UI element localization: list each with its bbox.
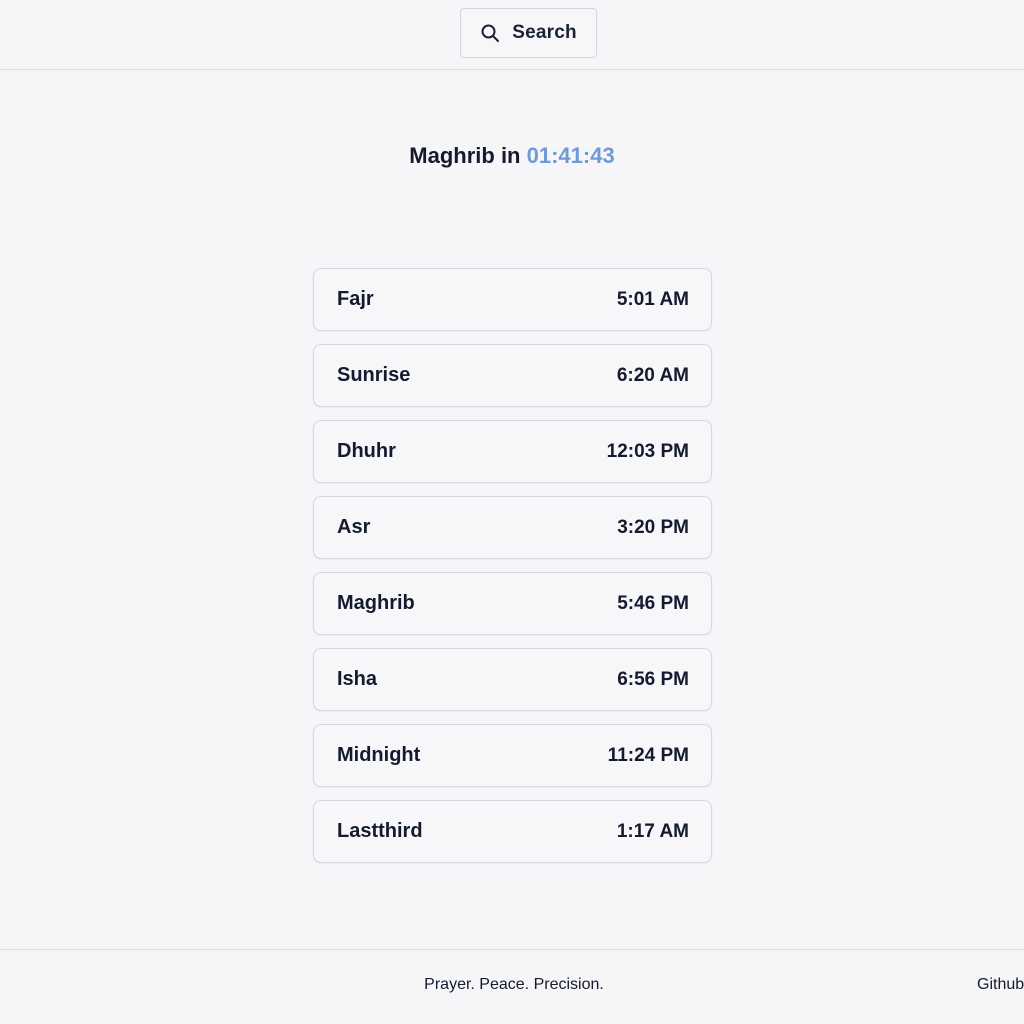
prayer-name: Maghrib (337, 592, 415, 614)
search-button-label: Search (512, 22, 577, 43)
footer: Prayer. Peace. Precision. Github (0, 949, 1024, 1024)
prayer-time: 1:17 AM (616, 820, 689, 842)
prayer-time: 5:01 AM (616, 288, 689, 310)
prayer-name: Fajr (337, 288, 374, 310)
prayer-time: 3:20 PM (617, 516, 689, 538)
prayer-row-dhuhr: Dhuhr 12:03 PM (313, 420, 712, 483)
countdown-time: 01:41:43 (526, 143, 615, 168)
next-prayer-countdown: Maghrib in 01:41:43 (0, 143, 1024, 169)
prayer-row-asr: Asr 3:20 PM (313, 496, 712, 559)
countdown-prefix: Maghrib in (409, 143, 521, 168)
prayer-row-maghrib: Maghrib 5:46 PM (313, 572, 712, 635)
prayer-name: Asr (337, 516, 371, 538)
prayer-name: Lastthird (337, 820, 423, 842)
prayer-name: Midnight (337, 744, 421, 766)
prayer-time: 12:03 PM (606, 440, 689, 462)
prayer-row-fajr: Fajr 5:01 AM (313, 268, 712, 331)
prayer-name: Sunrise (337, 364, 411, 386)
header: Search (0, 0, 1024, 70)
prayer-time: 5:46 PM (617, 592, 689, 614)
prayer-time: 6:56 PM (617, 668, 689, 690)
github-link[interactable]: Github (977, 976, 1024, 994)
prayer-time: 6:20 AM (616, 364, 689, 386)
prayer-time: 11:24 PM (607, 744, 689, 766)
prayer-row-midnight: Midnight 11:24 PM (313, 724, 712, 787)
prayer-row-lastthird: Lastthird 1:17 AM (313, 800, 712, 863)
prayer-row-isha: Isha 6:56 PM (313, 648, 712, 711)
footer-tagline: Prayer. Peace. Precision. (424, 976, 604, 993)
prayer-times-list: Fajr 5:01 AM Sunrise 6:20 AM Dhuhr 12:03… (313, 268, 712, 876)
prayer-name: Isha (337, 668, 378, 690)
prayer-name: Dhuhr (337, 440, 396, 462)
search-button[interactable]: Search (460, 8, 597, 58)
prayer-row-sunrise: Sunrise 6:20 AM (313, 344, 712, 407)
search-icon (480, 23, 500, 43)
